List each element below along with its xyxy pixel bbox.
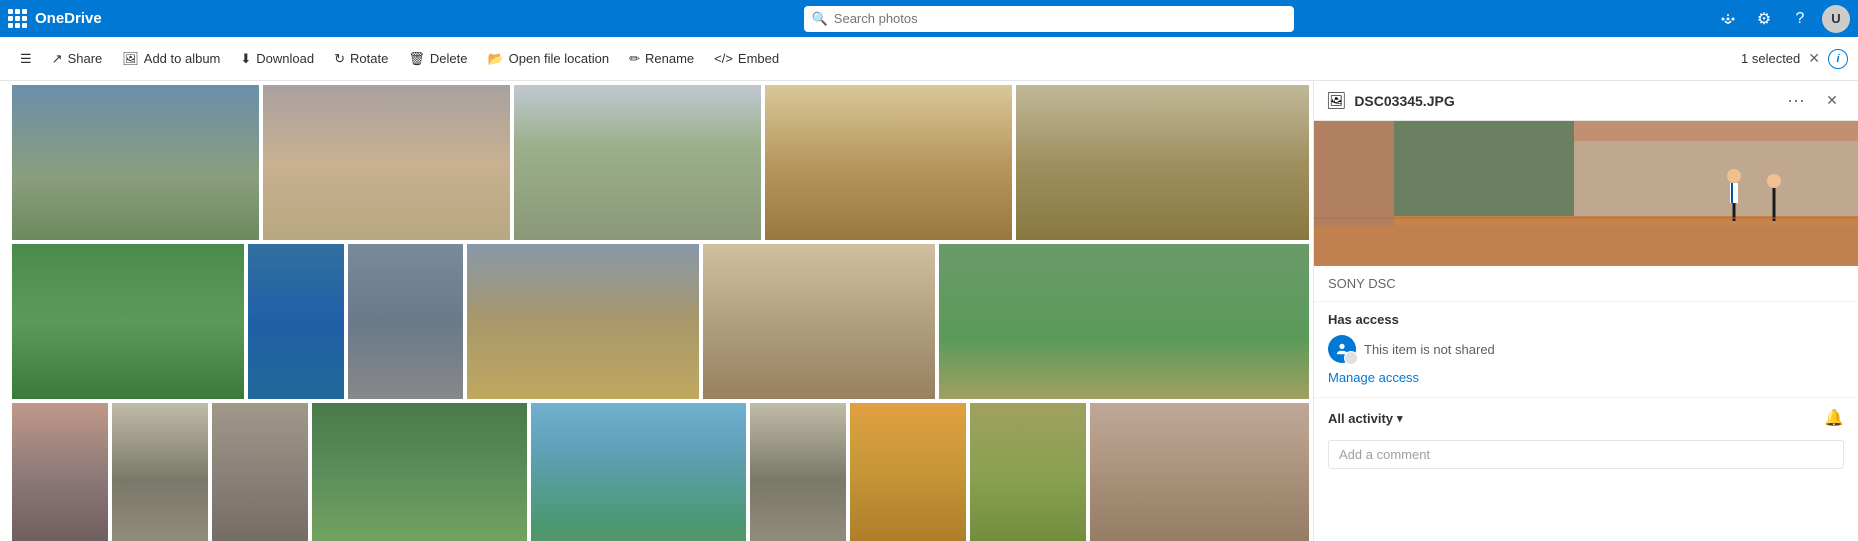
panel-preview — [1314, 121, 1858, 266]
photo-item[interactable] — [12, 244, 244, 399]
all-activity-button[interactable]: All activity ▾ — [1328, 411, 1403, 426]
access-avatar — [1328, 335, 1356, 363]
comment-input[interactable]: Add a comment — [1328, 440, 1844, 469]
photo-item[interactable] — [750, 403, 846, 541]
photo-item[interactable] — [212, 403, 308, 541]
rename-button[interactable]: ✏ Rename — [619, 46, 704, 72]
rotate-button[interactable]: ↻ Rotate — [324, 46, 398, 72]
photo-item[interactable] — [12, 403, 108, 541]
search-box: 🔍 — [804, 6, 1294, 32]
photo-item[interactable] — [467, 244, 699, 399]
panel-access-section: Has access This item is not shared Manag… — [1314, 302, 1858, 397]
hamburger-icon: ☰ — [20, 51, 32, 67]
photo-item[interactable] — [348, 244, 463, 399]
all-activity-label: All activity — [1328, 411, 1393, 426]
comment-placeholder: Add a comment — [1339, 447, 1430, 462]
photo-row-3 — [12, 403, 1309, 541]
photo-item[interactable] — [248, 244, 344, 399]
activity-section: All activity ▾ 🔔 — [1314, 397, 1858, 434]
access-row: This item is not shared — [1328, 335, 1844, 363]
rename-icon: ✏ — [629, 51, 640, 67]
search-input[interactable] — [804, 6, 1294, 32]
settings-icon[interactable]: ⚙ — [1750, 5, 1778, 33]
photo-item[interactable] — [263, 85, 510, 240]
panel-header: 🖼 DSC03345.JPG ··· ✕ — [1314, 81, 1858, 121]
person-icon — [1335, 342, 1349, 356]
photo-item[interactable] — [850, 403, 966, 541]
main-layout: 🖼 DSC03345.JPG ··· ✕ — [0, 81, 1858, 541]
photo-item[interactable] — [12, 85, 259, 240]
app-name: OneDrive — [35, 10, 102, 27]
photo-item[interactable] — [312, 403, 527, 541]
add-to-album-icon: 🖼 — [122, 51, 139, 67]
topbar-right: ⚙ ? U — [1714, 5, 1850, 33]
toolbar: ☰ ↗ Share 🖼 Add to album ⬇ Download ↻ Ro… — [0, 37, 1858, 81]
panel-close-button[interactable]: ✕ — [1818, 87, 1846, 115]
photo-thumbnail — [12, 85, 259, 240]
apps-icon[interactable] — [1714, 5, 1742, 33]
photo-item[interactable] — [970, 403, 1086, 541]
rotate-icon: ↻ — [334, 51, 345, 67]
has-access-title: Has access — [1328, 312, 1844, 327]
photo-grid — [0, 81, 1313, 541]
help-icon[interactable]: ? — [1786, 5, 1814, 33]
add-to-album-button[interactable]: 🖼 Add to album — [112, 46, 230, 72]
menu-button[interactable]: ☰ — [10, 46, 42, 72]
photo-row-2 — [12, 244, 1309, 399]
app-launcher-button[interactable] — [8, 9, 27, 28]
manage-access-link[interactable]: Manage access — [1328, 370, 1419, 385]
top-navigation-bar: OneDrive 🔍 ⚙ ? U — [0, 0, 1858, 37]
download-button[interactable]: ⬇ Download — [230, 46, 324, 72]
search-icon: 🔍 — [812, 11, 828, 27]
selected-count: 1 selected — [1741, 51, 1800, 66]
notification-bell-icon[interactable]: 🔔 — [1824, 408, 1844, 428]
photo-row-1 — [12, 85, 1309, 240]
photo-thumbnail — [514, 85, 761, 240]
selected-info: 1 selected ✕ i — [1741, 49, 1848, 69]
panel-more-button[interactable]: ··· — [1782, 87, 1810, 115]
download-icon: ⬇ — [240, 51, 251, 67]
embed-icon: </> — [714, 51, 733, 66]
embed-button[interactable]: </> Embed — [704, 46, 789, 71]
share-button[interactable]: ↗ Share — [42, 46, 113, 72]
panel-filename: DSC03345.JPG — [1354, 93, 1774, 109]
delete-icon: 🗑 — [408, 51, 425, 67]
delete-button[interactable]: 🗑 Delete — [398, 46, 477, 72]
info-button[interactable]: i — [1828, 49, 1848, 69]
not-shared-text: This item is not shared — [1364, 342, 1495, 357]
photo-item[interactable] — [1090, 403, 1309, 541]
preview-svg — [1314, 121, 1858, 266]
camera-make-label: SONY DSC — [1328, 276, 1396, 291]
photo-thumbnail — [765, 85, 1012, 240]
photo-item[interactable] — [514, 85, 761, 240]
photo-thumbnail — [1016, 85, 1309, 240]
user-avatar[interactable]: U — [1822, 5, 1850, 33]
photo-item[interactable] — [939, 244, 1309, 399]
panel-camera-meta: SONY DSC — [1314, 266, 1858, 302]
file-type-icon: 🖼 — [1326, 91, 1346, 111]
photo-item[interactable] — [703, 244, 935, 399]
right-panel: 🖼 DSC03345.JPG ··· ✕ — [1313, 81, 1858, 541]
panel-preview-image — [1314, 121, 1858, 266]
open-file-location-button[interactable]: 📂 Open file location — [477, 46, 619, 72]
photo-thumbnail — [263, 85, 510, 240]
open-file-location-icon: 📂 — [487, 51, 503, 67]
chevron-down-icon: ▾ — [1397, 412, 1403, 425]
photo-item[interactable] — [531, 403, 746, 541]
photo-item[interactable] — [765, 85, 1012, 240]
photo-area[interactable] — [0, 81, 1313, 541]
photo-item[interactable] — [112, 403, 208, 541]
deselect-button[interactable]: ✕ — [1808, 50, 1820, 67]
photo-item[interactable] — [1016, 85, 1309, 240]
share-icon: ↗ — [52, 51, 63, 67]
